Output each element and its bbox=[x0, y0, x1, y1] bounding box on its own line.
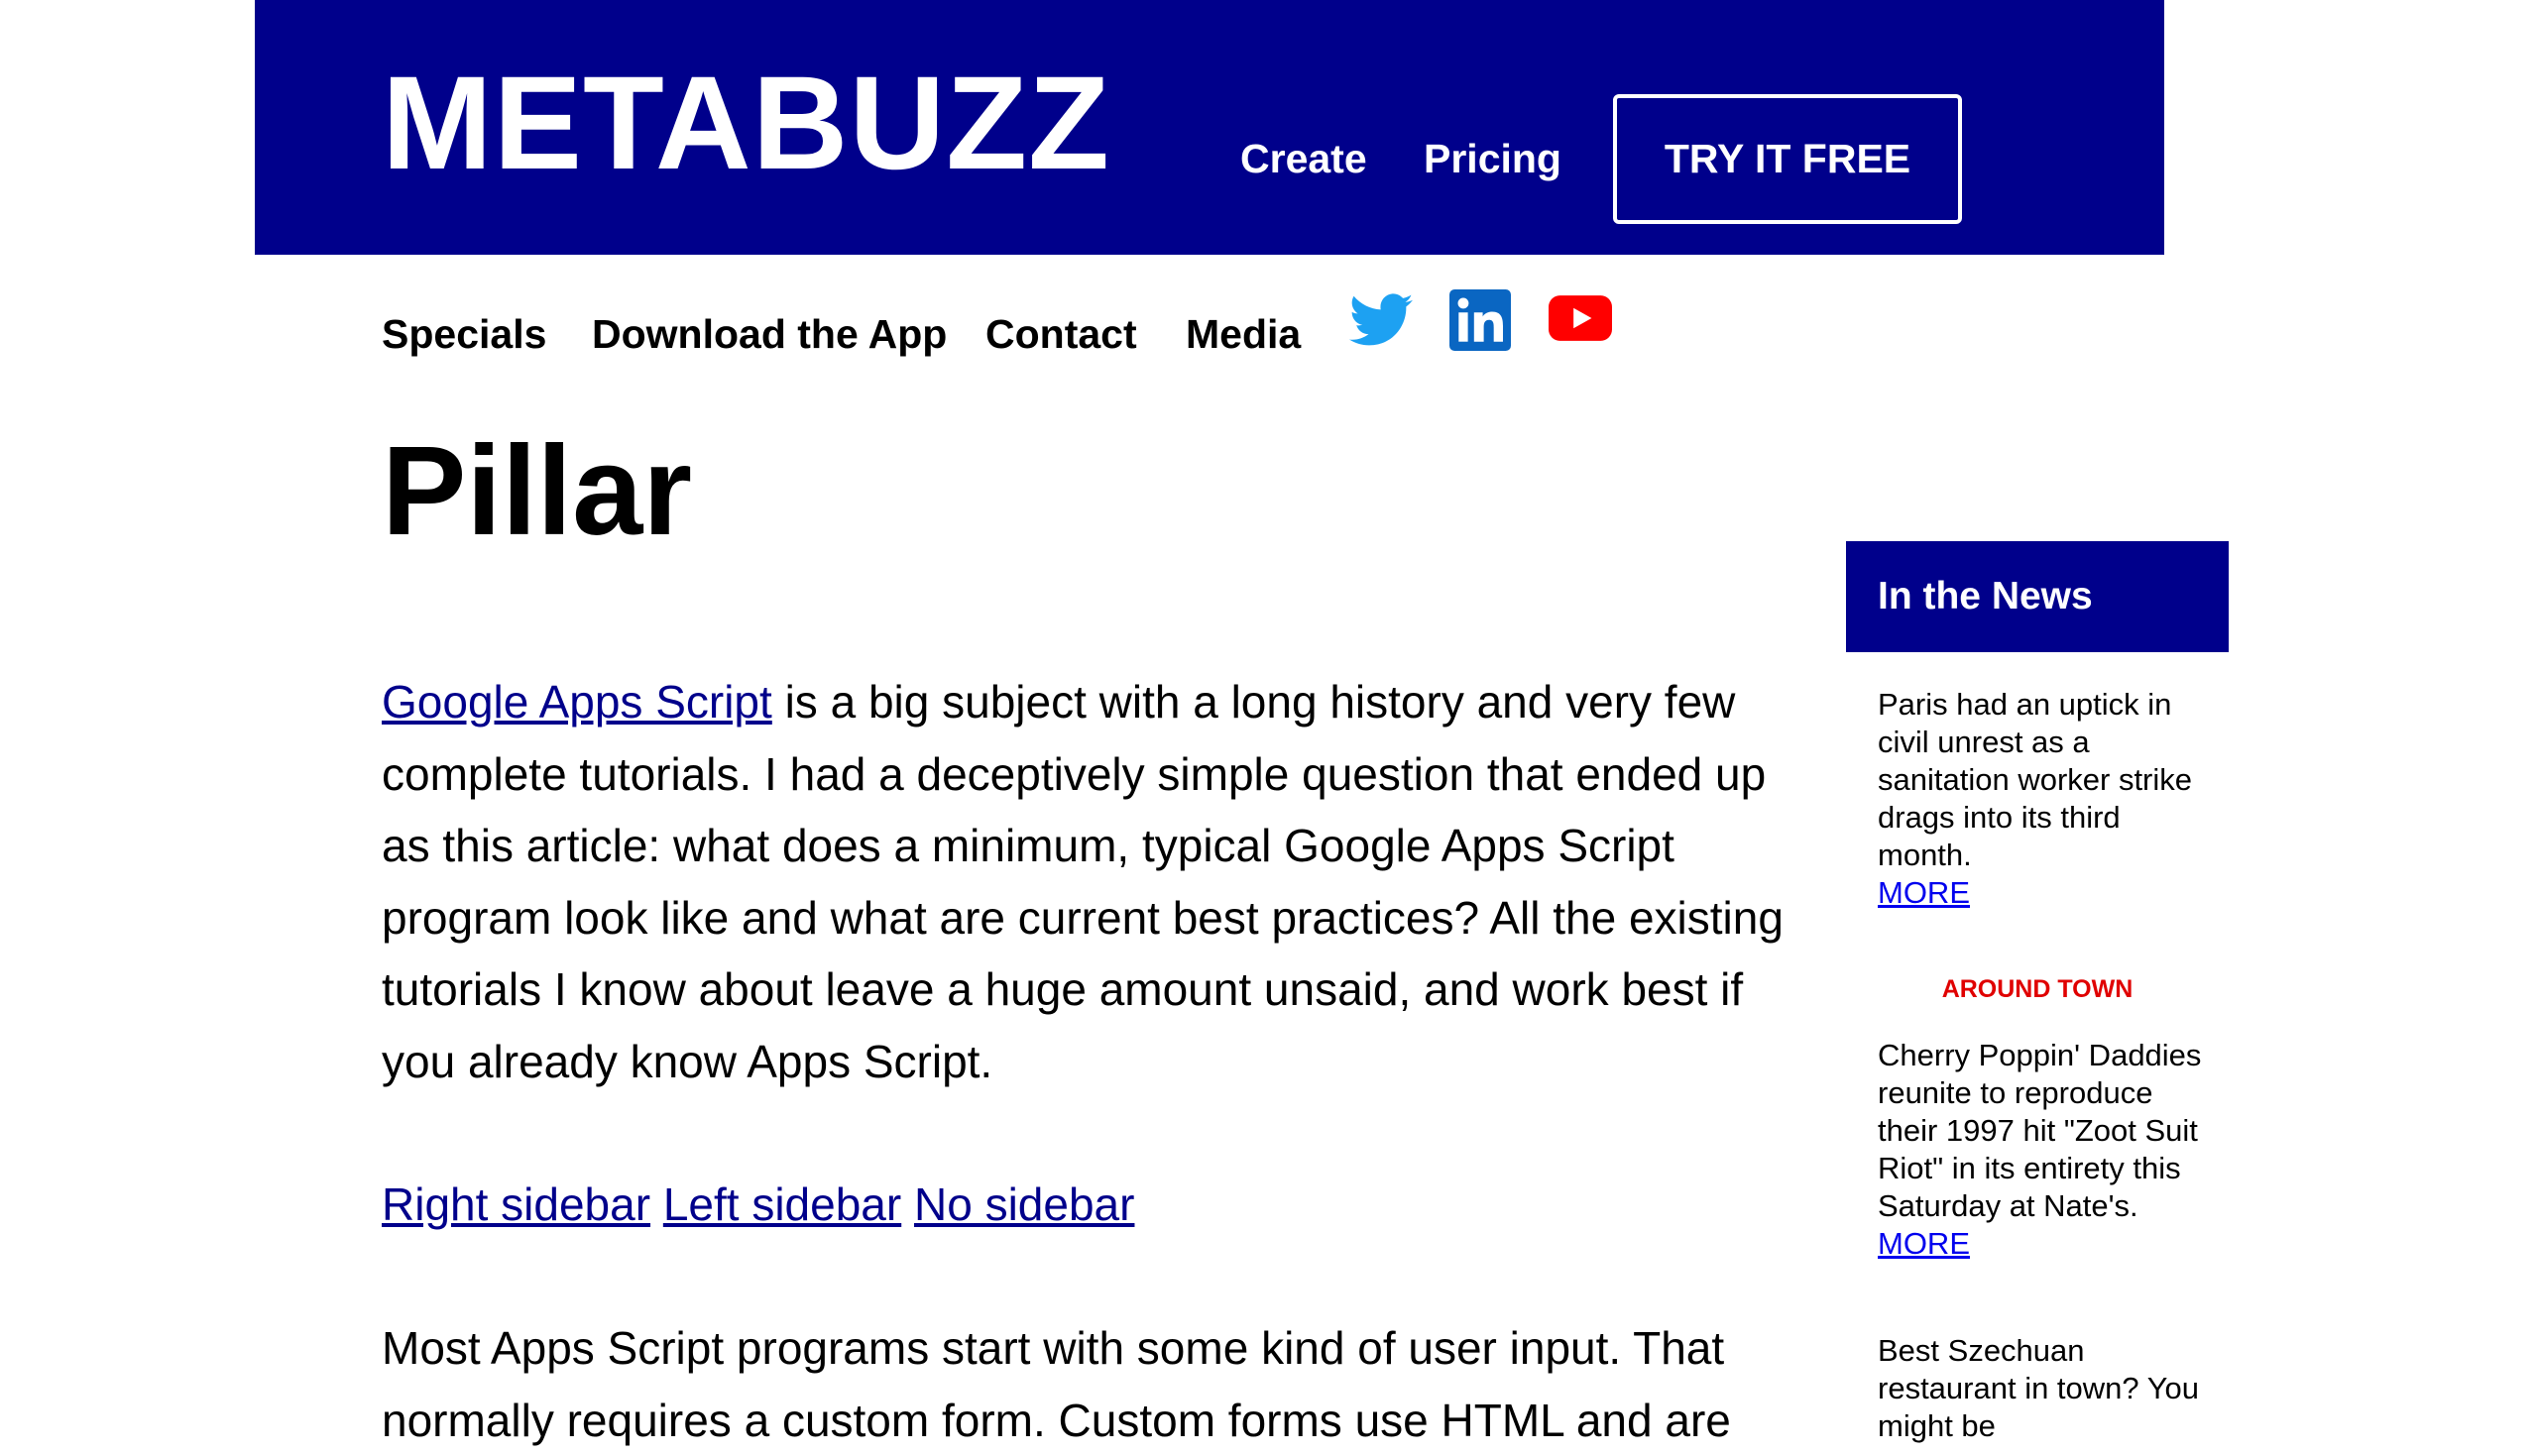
layout-links: Right sidebar Left sidebar No sidebar bbox=[382, 1169, 1789, 1241]
news-item-text: Cherry Poppin' Daddies reunite to reprod… bbox=[1878, 1038, 2202, 1223]
second-paragraph: Most Apps Script programs start with som… bbox=[382, 1322, 1731, 1446]
subnav-specials[interactable]: Specials bbox=[382, 314, 546, 355]
subnav-media[interactable]: Media bbox=[1186, 314, 1301, 355]
left-sidebar-link[interactable]: Left sidebar bbox=[663, 1178, 901, 1230]
linkedin-icon[interactable] bbox=[1449, 289, 1511, 356]
right-sidebar-link[interactable]: Right sidebar bbox=[382, 1178, 650, 1230]
nav-pricing[interactable]: Pricing bbox=[1424, 139, 1561, 179]
no-sidebar-link[interactable]: No sidebar bbox=[914, 1178, 1134, 1230]
subnav-contact[interactable]: Contact bbox=[985, 314, 1137, 355]
site-header: METABUZZ Create Pricing TRY IT FREE bbox=[255, 0, 2164, 255]
subnav-download-app[interactable]: Download the App bbox=[592, 314, 947, 355]
news-item-text: Best Szechuan restaurant in town? You mi… bbox=[1878, 1333, 2200, 1443]
intro-paragraph: Google Apps Script is a big subject with… bbox=[382, 666, 1789, 1097]
try-it-free-button[interactable]: TRY IT FREE bbox=[1613, 94, 1962, 224]
site-title[interactable]: METABUZZ bbox=[382, 57, 1110, 190]
news-sidebar-header: In the News bbox=[1846, 541, 2229, 652]
news-more-link[interactable]: MORE bbox=[1878, 874, 2215, 912]
intro-text: is a big subject with a long history and… bbox=[382, 676, 1784, 1087]
around-town-label: AROUND TOWN bbox=[1941, 975, 2134, 1003]
google-apps-script-link[interactable]: Google Apps Script bbox=[382, 676, 772, 728]
twitter-icon[interactable] bbox=[1349, 293, 1413, 352]
news-item: Cherry Poppin' Daddies reunite to reprod… bbox=[1878, 1037, 2215, 1263]
nav-create[interactable]: Create bbox=[1240, 139, 1367, 179]
news-sidebar: In the News Paris had an uptick in civil… bbox=[1846, 541, 2229, 1443]
news-item: Best Szechuan restaurant in town? You mi… bbox=[1878, 1332, 2215, 1445]
news-item: Paris had an uptick in civil unrest as a… bbox=[1878, 686, 2215, 912]
news-item-text: Paris had an uptick in civil unrest as a… bbox=[1878, 687, 2193, 872]
news-more-link[interactable]: MORE bbox=[1878, 1225, 2215, 1263]
youtube-icon[interactable] bbox=[1549, 295, 1612, 346]
page-title: Pillar bbox=[382, 420, 693, 562]
